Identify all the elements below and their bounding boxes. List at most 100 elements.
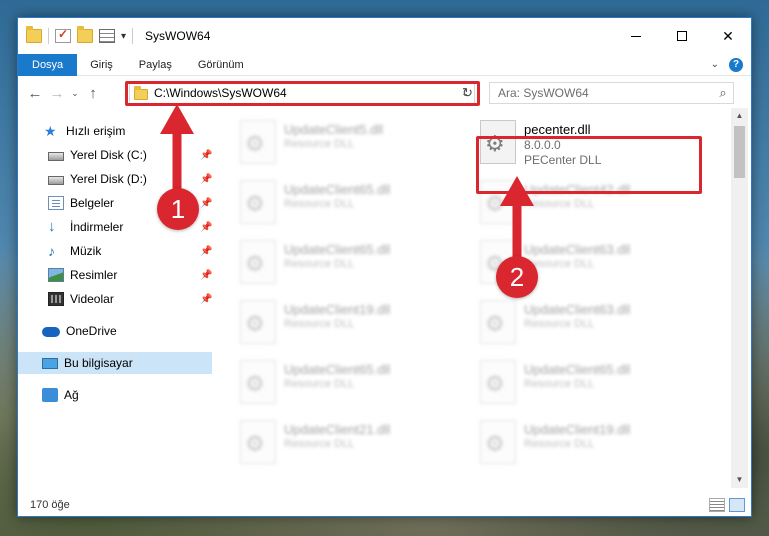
star-icon: ★ xyxy=(44,123,57,139)
file-name: UpdateClient65.dll xyxy=(284,362,391,377)
file-name: UpdateClient21.dll xyxy=(284,422,391,437)
quick-access-toolbar: ▾ xyxy=(18,26,134,44)
scroll-thumb[interactable] xyxy=(734,126,745,178)
tab-home[interactable]: Giriş xyxy=(77,54,126,76)
sidebar-item-disk-c[interactable]: Yerel Disk (C:) 📌 xyxy=(48,144,214,166)
file-tile[interactable]: UpdateClient19.dllResource DLL xyxy=(480,420,700,472)
dll-file-icon xyxy=(240,300,276,344)
computer-icon xyxy=(42,357,58,369)
step-2-badge: 2 xyxy=(496,256,538,298)
tab-view[interactable]: Görünüm xyxy=(185,54,257,76)
file-type: Resource DLL xyxy=(284,138,355,150)
file-name: UpdateClient19.dll xyxy=(524,422,631,437)
file-tile[interactable]: UpdateClient5.dllResource DLL xyxy=(240,120,460,172)
dll-file-icon xyxy=(240,420,276,464)
videos-icon xyxy=(48,292,64,306)
back-arrow-icon[interactable]: ← xyxy=(24,85,46,102)
sidebar-item-this-pc[interactable]: Bu bilgisayar xyxy=(18,352,212,374)
file-name: UpdateClient19.dll xyxy=(284,302,391,317)
file-tile[interactable]: UpdateClient21.dllResource DLL xyxy=(240,420,460,472)
step-1-badge: 1 xyxy=(157,188,199,230)
cloud-icon xyxy=(42,327,60,337)
file-name: UpdateClient63.dll xyxy=(524,242,631,257)
details-view-icon[interactable] xyxy=(709,498,725,512)
tab-share[interactable]: Paylaş xyxy=(126,54,185,76)
pin-icon[interactable]: 📌 xyxy=(200,198,212,209)
sidebar-item-music[interactable]: ♪ Müzik 📌 xyxy=(48,240,214,262)
new-folder-icon[interactable] xyxy=(77,26,93,43)
file-type: Resource DLL xyxy=(524,258,595,270)
chevron-down-icon[interactable]: ▾ xyxy=(121,31,126,42)
tiles-view-icon[interactable] xyxy=(729,498,745,512)
music-icon: ♪ xyxy=(48,243,55,259)
sidebar-item-quick-access[interactable]: ★ Hızlı erişim xyxy=(44,120,214,142)
search-icon[interactable]: ⌕ xyxy=(713,85,733,101)
forward-arrow-icon[interactable]: → xyxy=(46,85,68,102)
pin-icon[interactable]: 📌 xyxy=(200,174,212,185)
sidebar-item-disk-d[interactable]: Yerel Disk (D:) 📌 xyxy=(48,168,214,190)
file-type: Resource DLL xyxy=(284,258,355,270)
view-switcher xyxy=(709,498,751,512)
sidebar-item-label: Müzik xyxy=(70,244,102,258)
dll-file-icon xyxy=(240,240,276,284)
sidebar-item-label: Yerel Disk (D:) xyxy=(70,172,147,186)
file-tile[interactable]: UpdateClient65.dllResource DLL xyxy=(240,360,460,412)
ribbon-right: ⌄ ? xyxy=(711,57,751,72)
close-button[interactable]: ✕ xyxy=(705,18,751,54)
file-type: Resource DLL xyxy=(524,198,595,210)
status-bar: 170 öğe xyxy=(18,494,751,516)
file-type: Resource DLL xyxy=(524,318,595,330)
sidebar-item-onedrive[interactable]: OneDrive xyxy=(42,320,212,342)
documents-icon xyxy=(48,196,64,210)
file-tile[interactable]: UpdateClient65.dllResource DLL xyxy=(240,240,460,292)
sidebar-item-label: Bu bilgisayar xyxy=(64,356,133,370)
file-type: Resource DLL xyxy=(284,198,355,210)
window-title: SysWOW64 xyxy=(145,29,211,43)
navigation-bar: ← → ⌄ ↑ C:\Windows\SysWOW64 ⌄ ↻ Ara: Sys… xyxy=(18,78,751,108)
sidebar-item-label: Resimler xyxy=(70,268,118,282)
sidebar-item-label: Belgeler xyxy=(70,196,115,210)
sidebar-item-label: OneDrive xyxy=(66,324,117,338)
pin-icon[interactable]: 📌 xyxy=(200,246,212,257)
divider xyxy=(48,28,49,44)
search-input[interactable]: Ara: SysWOW64 xyxy=(498,86,713,100)
network-icon xyxy=(42,388,58,402)
sidebar-item-videos[interactable]: Videolar 📌 xyxy=(48,288,214,310)
pin-icon[interactable]: 📌 xyxy=(200,150,212,161)
help-icon[interactable]: ? xyxy=(729,57,743,72)
sidebar-item-label: Videolar xyxy=(70,292,114,306)
customize-icon[interactable] xyxy=(99,29,115,43)
file-tile[interactable]: UpdateClient65.dllResource DLL xyxy=(480,360,700,412)
divider xyxy=(132,28,134,44)
pin-icon[interactable]: 📌 xyxy=(200,294,212,305)
sidebar-item-label: İndirmeler xyxy=(70,220,124,234)
folder-icon[interactable] xyxy=(26,26,42,43)
search-box[interactable]: Ara: SysWOW64 ⌕ xyxy=(489,82,734,104)
file-tile[interactable]: UpdateClient63.dllResource DLL xyxy=(480,300,700,352)
file-explorer-window: ▾ SysWOW64 ✕ Dosya Giriş Paylaş Görünüm … xyxy=(17,17,752,517)
dll-file-icon xyxy=(480,300,516,344)
minimize-button[interactable] xyxy=(613,18,659,54)
scroll-down-icon[interactable]: ▼ xyxy=(731,472,748,488)
pictures-icon xyxy=(48,268,64,282)
expand-ribbon-icon[interactable]: ⌄ xyxy=(711,59,719,70)
file-tile[interactable]: UpdateClient19.dllResource DLL xyxy=(240,300,460,352)
vertical-scrollbar[interactable]: ▲ ▼ xyxy=(731,108,748,488)
sidebar-item-pictures[interactable]: Resimler 📌 xyxy=(48,264,214,286)
sidebar-item-network[interactable]: Ağ xyxy=(42,384,212,406)
file-tile[interactable]: UpdateClient65.dllResource DLL xyxy=(240,180,460,232)
file-type: Resource DLL xyxy=(524,438,595,450)
scroll-up-icon[interactable]: ▲ xyxy=(731,108,748,124)
pin-icon[interactable]: 📌 xyxy=(200,270,212,281)
minimize-icon xyxy=(631,35,641,37)
disk-icon xyxy=(48,175,64,185)
title-bar: ▾ SysWOW64 ✕ xyxy=(18,18,751,54)
sidebar-item-label: Ağ xyxy=(64,388,79,402)
properties-check-icon[interactable] xyxy=(55,27,71,43)
pin-icon[interactable]: 📌 xyxy=(200,222,212,233)
recent-locations-chevron-icon[interactable]: ⌄ xyxy=(68,88,82,99)
tab-file[interactable]: Dosya xyxy=(18,53,78,76)
file-name: UpdateClient65.dll xyxy=(284,242,391,257)
up-arrow-icon[interactable]: ↑ xyxy=(82,85,104,102)
maximize-button[interactable] xyxy=(659,18,705,54)
